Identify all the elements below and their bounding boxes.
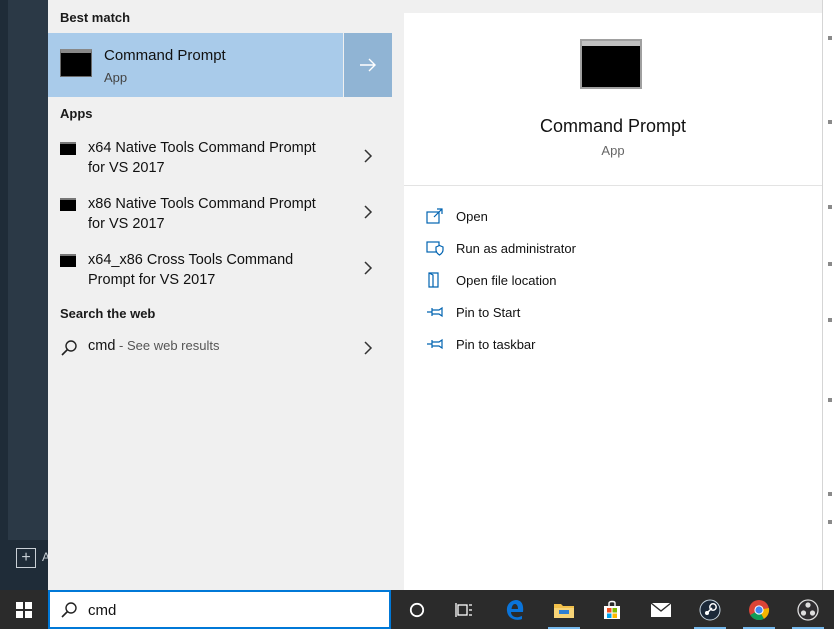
command-prompt-icon — [60, 198, 76, 211]
web-search-query: cmd - See web results — [88, 338, 220, 354]
obs-taskbar-button[interactable] — [784, 590, 832, 629]
scroll-mark — [828, 398, 832, 402]
scroll-mark — [828, 492, 832, 496]
preview-subtitle: App — [601, 143, 625, 158]
mail-taskbar-button[interactable] — [637, 590, 685, 629]
chrome-taskbar-button[interactable] — [735, 590, 783, 629]
search-icon — [61, 340, 77, 356]
store-taskbar-button[interactable] — [588, 590, 636, 629]
cortana-button[interactable] — [393, 590, 441, 629]
folder-location-icon — [428, 272, 439, 288]
chevron-right-icon[interactable] — [360, 148, 376, 164]
action-run-as-admin[interactable]: Run as administrator — [426, 238, 726, 262]
command-prompt-icon — [60, 49, 92, 77]
best-match-result[interactable]: Command Prompt App — [48, 33, 343, 97]
desktop-window-right — [822, 0, 834, 590]
chevron-right-icon[interactable] — [360, 204, 376, 220]
chevron-right-icon[interactable] — [360, 260, 376, 276]
app-result-x64-x86-cross[interactable]: x64_x86 Cross Tools Command Prompt for V… — [48, 248, 392, 302]
best-match-title: Command Prompt — [104, 47, 226, 64]
scroll-mark — [828, 318, 832, 322]
desktop-background — [0, 0, 48, 590]
pin-icon — [427, 306, 443, 318]
chrome-icon — [749, 599, 770, 620]
scroll-mark — [828, 205, 832, 209]
apps-header: Apps — [60, 106, 93, 121]
folder-icon — [554, 603, 574, 618]
add-icon[interactable]: + — [16, 548, 36, 568]
action-pin-to-taskbar[interactable]: Pin to taskbar — [426, 334, 726, 358]
best-match-subtitle: App — [104, 70, 128, 85]
search-input[interactable] — [88, 600, 378, 620]
action-open[interactable]: Open — [426, 206, 726, 230]
app-result-label: x64 Native Tools Command Prompt for VS 2… — [88, 140, 316, 176]
file-explorer-taskbar-button[interactable] — [540, 590, 588, 629]
command-prompt-icon — [60, 254, 76, 267]
task-view-button[interactable] — [440, 590, 488, 629]
start-button[interactable] — [0, 590, 48, 629]
app-result-label: x86 Native Tools Command Prompt for VS 2… — [88, 196, 316, 232]
windows-logo-icon — [16, 601, 32, 618]
search-icon — [61, 602, 77, 618]
search-web-header: Search the web — [60, 306, 156, 321]
shield-icon — [426, 241, 444, 256]
taskbar — [0, 590, 834, 629]
taskbar-search-box[interactable] — [48, 590, 391, 629]
preview-pane: Command Prompt App Open Run as administr… — [404, 13, 822, 590]
preview-title: Command Prompt — [539, 116, 687, 136]
scroll-mark — [828, 520, 832, 524]
task-view-icon — [455, 602, 472, 617]
open-preview-button[interactable] — [344, 33, 392, 97]
steam-icon — [699, 599, 721, 620]
scroll-mark — [828, 120, 832, 124]
app-result-x64-native[interactable]: x64 Native Tools Command Prompt for VS 2… — [48, 136, 392, 190]
divider — [404, 185, 822, 186]
mail-icon — [650, 601, 672, 617]
pin-icon — [427, 338, 443, 350]
action-pin-to-start[interactable]: Pin to Start — [426, 302, 726, 326]
open-icon — [426, 208, 443, 224]
edge-taskbar-button[interactable] — [491, 590, 539, 629]
command-prompt-icon — [580, 39, 642, 89]
obs-icon — [797, 598, 819, 621]
scroll-mark — [828, 262, 832, 266]
arrow-right-icon — [360, 58, 376, 72]
web-search-result[interactable]: cmd - See web results — [48, 332, 392, 362]
scroll-mark — [828, 36, 832, 40]
steam-taskbar-button[interactable] — [686, 590, 734, 629]
edge-icon — [506, 599, 524, 620]
store-icon — [604, 600, 620, 619]
cortana-icon — [409, 602, 425, 617]
start-search-panel: Best match Command Prompt App Apps x64 N… — [48, 0, 822, 590]
chevron-right-icon[interactable] — [360, 340, 376, 356]
app-result-label: x64_x86 Cross Tools Command Prompt for V… — [88, 252, 294, 288]
action-open-file-location[interactable]: Open file location — [426, 270, 726, 294]
app-result-x86-native[interactable]: x86 Native Tools Command Prompt for VS 2… — [48, 192, 392, 246]
command-prompt-icon — [60, 142, 76, 155]
desktop-window-edge — [8, 0, 48, 540]
best-match-header: Best match — [60, 10, 131, 25]
